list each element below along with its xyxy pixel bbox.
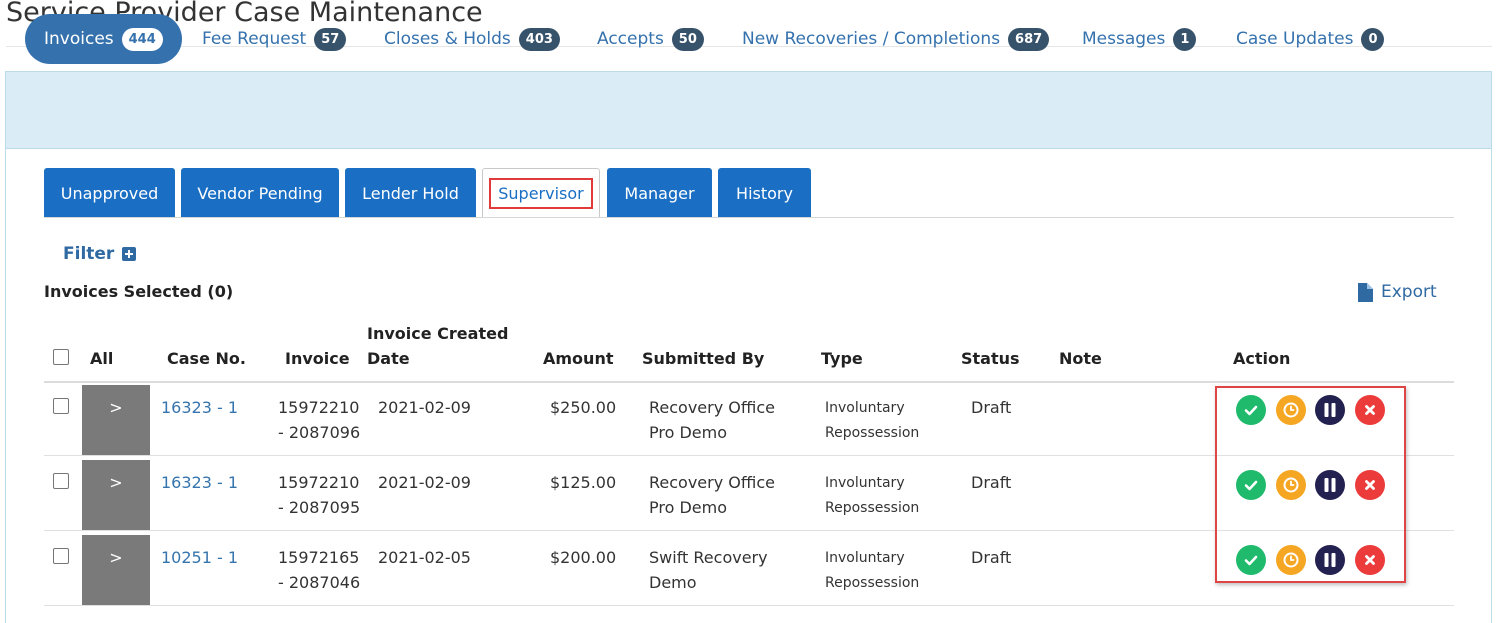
tab-new-recoveries-count: 687 bbox=[1008, 27, 1050, 51]
invoice-created-date: 2021-02-05 bbox=[378, 548, 471, 567]
select-all-checkbox[interactable] bbox=[53, 349, 69, 365]
case-number-link[interactable]: 10251 - 1 bbox=[161, 545, 238, 570]
row-checkbox[interactable] bbox=[53, 548, 69, 564]
status-text: Draft bbox=[971, 398, 1012, 417]
invoice-number-line2: - 2087096 bbox=[278, 423, 361, 442]
tab-new-recoveries[interactable]: New Recoveries / Completions 687 bbox=[742, 14, 1050, 64]
file-icon bbox=[1358, 282, 1373, 302]
invoices-selected-count: Invoices Selected (0) bbox=[44, 282, 234, 301]
invoice-amount: $200.00 bbox=[550, 548, 617, 567]
tab-invoices[interactable]: Invoices 444 bbox=[25, 14, 182, 64]
submitted-by-line1: Recovery Office bbox=[649, 473, 775, 492]
case-number-link[interactable]: 16323 - 1 bbox=[161, 395, 238, 420]
status-text: Draft bbox=[971, 473, 1012, 492]
header-note: Note bbox=[1059, 349, 1102, 368]
invoice-number-line1: 15972165 bbox=[278, 548, 360, 567]
row-divider bbox=[44, 605, 1454, 606]
action-column-highlight bbox=[1215, 386, 1406, 583]
header-created-date-line1: Invoice Created bbox=[367, 324, 509, 343]
submitted-by-line2: Pro Demo bbox=[649, 423, 728, 442]
submitted-by-line2: Pro Demo bbox=[649, 498, 728, 517]
header-case-no: Case No. bbox=[167, 349, 246, 368]
tab-messages[interactable]: Messages 1 bbox=[1082, 14, 1197, 64]
chevron-right-icon: > bbox=[109, 473, 123, 492]
subtab-divider bbox=[44, 217, 1454, 218]
subtab-supervisor-label: Supervisor bbox=[489, 178, 593, 209]
header-invoice: Invoice bbox=[285, 349, 350, 368]
header-action: Action bbox=[1233, 349, 1291, 368]
type-line1: Involuntary bbox=[825, 550, 905, 566]
chevron-right-icon: > bbox=[109, 398, 123, 417]
subtab-history[interactable]: History bbox=[718, 168, 811, 218]
header-type: Type bbox=[821, 349, 863, 368]
main-tab-bar bbox=[6, 72, 1491, 149]
header-divider bbox=[44, 381, 1454, 383]
tab-fee-request-count: 57 bbox=[314, 27, 347, 51]
case-number-link[interactable]: 16323 - 1 bbox=[161, 470, 238, 495]
type-line1: Involuntary bbox=[825, 475, 905, 491]
invoice-number-line2: - 2087046 bbox=[278, 573, 361, 592]
plus-square-icon bbox=[122, 247, 137, 261]
chevron-right-icon: > bbox=[109, 548, 123, 567]
subtab-unapproved[interactable]: Unapproved bbox=[44, 168, 175, 218]
tab-new-recoveries-label: New Recoveries / Completions bbox=[742, 29, 1001, 49]
tab-closes-holds-label: Closes & Holds bbox=[384, 29, 511, 49]
row-expand-button[interactable]: > bbox=[82, 460, 150, 530]
type-line2: Repossession bbox=[825, 575, 920, 591]
invoice-created-date: 2021-02-09 bbox=[378, 473, 471, 492]
subtab-supervisor[interactable]: Supervisor bbox=[482, 168, 600, 218]
tab-messages-label: Messages bbox=[1082, 29, 1166, 49]
filter-toggle[interactable]: Filter bbox=[63, 244, 137, 264]
tab-invoices-label: Invoices bbox=[44, 29, 114, 49]
header-all: All bbox=[90, 349, 114, 368]
row-expand-button[interactable]: > bbox=[82, 385, 150, 455]
invoice-created-date: 2021-02-09 bbox=[378, 398, 471, 417]
tab-case-updates[interactable]: Case Updates 0 bbox=[1236, 14, 1385, 64]
invoice-number-line2: - 2087095 bbox=[278, 498, 361, 517]
header-created-date-line2: Date bbox=[367, 349, 410, 368]
submitted-by-line1: Swift Recovery bbox=[649, 548, 768, 567]
subtab-manager[interactable]: Manager bbox=[607, 168, 712, 218]
tab-accepts-label: Accepts bbox=[597, 29, 664, 49]
tab-fee-request-label: Fee Request bbox=[202, 29, 307, 49]
tab-accepts[interactable]: Accepts 50 bbox=[597, 14, 704, 64]
tab-accepts-count: 50 bbox=[671, 27, 704, 51]
header-amount: Amount bbox=[543, 349, 614, 368]
tab-invoices-count: 444 bbox=[121, 27, 163, 51]
row-checkbox[interactable] bbox=[53, 398, 69, 414]
type-line2: Repossession bbox=[825, 500, 920, 516]
tab-case-updates-label: Case Updates bbox=[1236, 29, 1354, 49]
submitted-by-line2: Demo bbox=[649, 573, 697, 592]
submitted-by-line1: Recovery Office bbox=[649, 398, 775, 417]
row-expand-button[interactable]: > bbox=[82, 535, 150, 605]
invoice-amount: $125.00 bbox=[550, 473, 617, 492]
status-text: Draft bbox=[971, 548, 1012, 567]
invoice-number-line1: 15972210 bbox=[278, 398, 360, 417]
invoice-number-line1: 15972210 bbox=[278, 473, 360, 492]
subtab-lender-hold[interactable]: Lender Hold bbox=[345, 168, 476, 218]
row-checkbox[interactable] bbox=[53, 473, 69, 489]
filter-label: Filter bbox=[63, 244, 115, 264]
header-submitted-by: Submitted By bbox=[642, 349, 765, 368]
type-line1: Involuntary bbox=[825, 400, 905, 416]
tab-closes-holds[interactable]: Closes & Holds 403 bbox=[384, 14, 560, 64]
tab-case-updates-count: 0 bbox=[1361, 27, 1385, 51]
tab-closes-holds-count: 403 bbox=[518, 27, 560, 51]
invoice-amount: $250.00 bbox=[550, 398, 617, 417]
header-status: Status bbox=[961, 349, 1020, 368]
tab-fee-request[interactable]: Fee Request 57 bbox=[202, 14, 347, 64]
subtab-vendor-pending[interactable]: Vendor Pending bbox=[181, 168, 339, 218]
export-label: Export bbox=[1381, 282, 1437, 302]
export-button[interactable]: Export bbox=[1357, 282, 1437, 302]
type-line2: Repossession bbox=[825, 425, 920, 441]
tab-messages-count: 1 bbox=[1173, 27, 1197, 51]
